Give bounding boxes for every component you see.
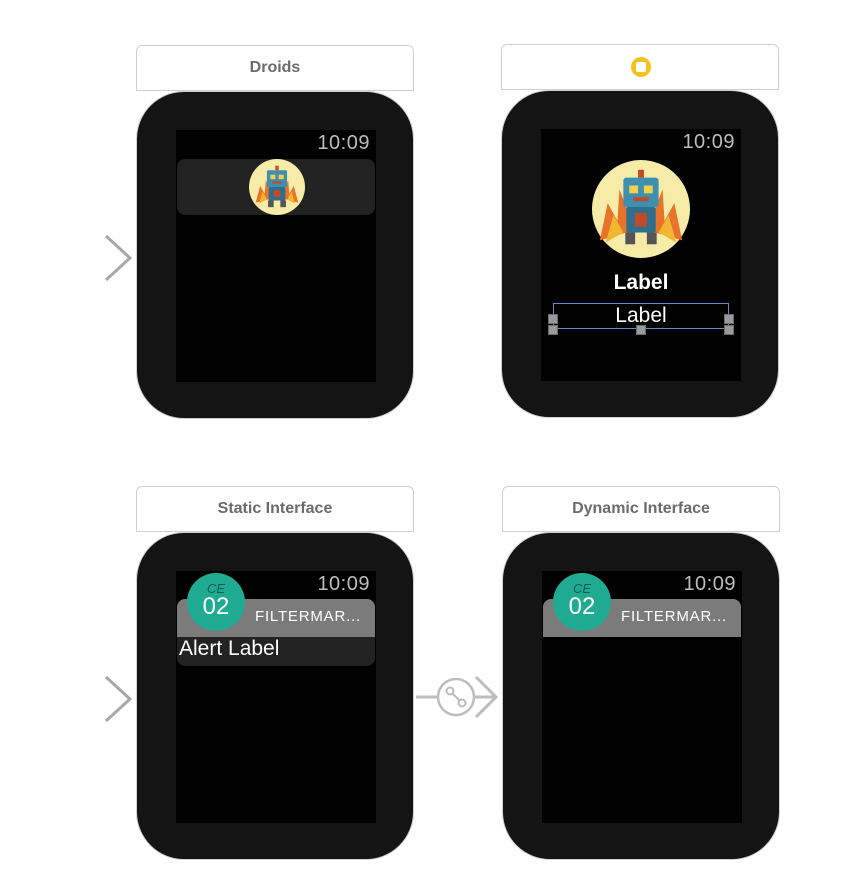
droids-scene[interactable]: Droids 10:09	[136, 45, 414, 419]
status-time: 10:09	[683, 573, 736, 595]
watch-screen: 10:09 Label Label	[541, 129, 741, 381]
title-label[interactable]: Label	[541, 271, 741, 295]
watch-frame: 10:09	[136, 91, 414, 419]
watch-screen: 10:09	[176, 130, 376, 382]
watch-frame: 10:09 FILTERMAR... Alert Label CE 02	[136, 532, 414, 860]
droid-avatar-image	[249, 159, 305, 215]
status-time: 10:09	[682, 131, 735, 153]
alert-label[interactable]: Alert Label	[179, 637, 279, 661]
resize-handle-bottom-left[interactable]	[548, 325, 558, 335]
watch-screen: 10:09 FILTERMAR... CE 02	[542, 571, 742, 823]
badge-number: 02	[568, 593, 596, 620]
watch-frame: 10:09 FILTERMAR... CE 02	[502, 532, 780, 860]
alert-content: Alert Label	[177, 637, 375, 666]
static-interface-scene[interactable]: Static Interface 10:09 FILTERMAR... Aler…	[136, 486, 414, 860]
resize-handle-top-left[interactable]	[548, 314, 558, 324]
badge-number: 02	[202, 593, 230, 620]
app-icon-badge: CE 02	[187, 573, 245, 631]
storyboard-canvas: Droids 10:09 10:09 Label Label Static In…	[0, 0, 842, 890]
resize-handle-bottom-center[interactable]	[636, 325, 646, 335]
view-controller-icon[interactable]	[631, 57, 651, 77]
resize-handle-bottom-right[interactable]	[724, 325, 734, 335]
scene-title[interactable]: Droids	[136, 45, 414, 91]
notification-entry-arrow[interactable]	[0, 674, 134, 724]
resize-handle-top-right[interactable]	[724, 314, 734, 324]
scene-header[interactable]	[501, 44, 779, 90]
dynamic-interface-scene[interactable]: Dynamic Interface 10:09 FILTERMAR... CE …	[502, 486, 780, 860]
scene-title[interactable]: Static Interface	[136, 486, 414, 532]
sash-title: FILTERMAR...	[255, 608, 361, 625]
watch-frame: 10:09 Label Label	[501, 90, 779, 418]
detail-scene[interactable]: 10:09 Label Label	[501, 44, 779, 418]
table-row[interactable]	[177, 159, 375, 215]
watch-screen: 10:09 FILTERMAR... Alert Label CE 02	[176, 571, 376, 823]
app-icon-badge: CE 02	[553, 573, 611, 631]
status-time: 10:09	[317, 132, 370, 154]
segue-arrow[interactable]	[416, 672, 500, 722]
scene-title[interactable]: Dynamic Interface	[502, 486, 780, 532]
droid-avatar-image[interactable]	[592, 160, 690, 258]
status-time: 10:09	[317, 573, 370, 595]
entry-point-arrow[interactable]	[0, 233, 134, 283]
sash-title: FILTERMAR...	[621, 608, 727, 625]
